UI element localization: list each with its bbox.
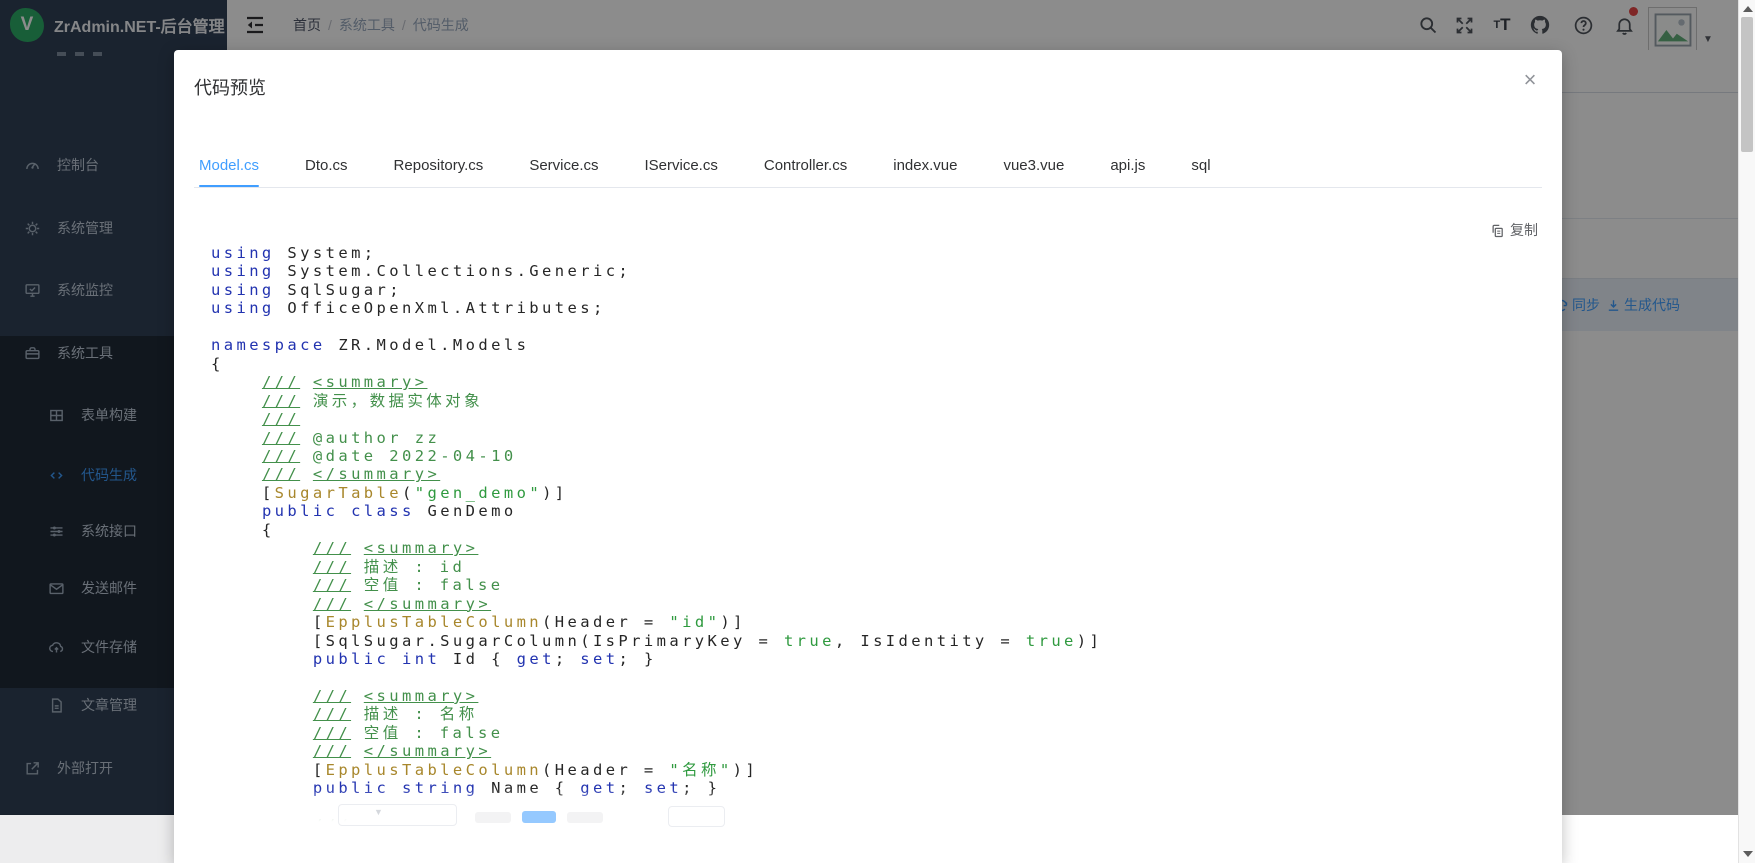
pagination-remnant: ▼ [174,802,1562,834]
tab-iservice-cs[interactable]: IService.cs [645,146,718,187]
code-viewer[interactable]: using System;using System.Collections.Ge… [211,244,1532,863]
code-line: using SqlSugar; [211,281,1532,299]
scroll-down-arrow[interactable] [1743,851,1753,857]
scrollbar-thumb[interactable] [1741,17,1753,152]
code-line: [EpplusTableColumn(Header = "名称")] [211,761,1532,779]
code-line: { [211,521,1532,539]
tab-service-cs[interactable]: Service.cs [529,146,598,187]
dialog-title: 代码预览 [194,74,266,100]
code-line: /// 空值 : false [211,576,1532,594]
tab-sql[interactable]: sql [1191,146,1210,187]
bottom-strip-left [0,815,174,863]
code-line: /// [211,410,1532,428]
bottom-strip-right [1562,815,1738,863]
code-line: /// <summary> [211,687,1532,705]
code-line: public class GenDemo [211,502,1532,520]
code-line: namespace ZR.Model.Models [211,336,1532,354]
tab-model-cs[interactable]: Model.cs [199,146,259,187]
code-line: /// 演示，数据实体对象 [211,392,1532,410]
scroll-up-arrow[interactable] [1743,6,1753,12]
code-line: /// </summary> [211,465,1532,483]
code-line: /// 空值 : false [211,724,1532,742]
copy-button[interactable]: 复制 [1490,220,1538,240]
chevron-down-icon: ▼ [374,807,383,817]
tab-api-js[interactable]: api.js [1110,146,1145,187]
copy-icon [1490,223,1505,238]
code-line: [SugarTable("gen_demo")] [211,484,1532,502]
tab-index-vue[interactable]: index.vue [893,146,957,187]
code-line: public int Id { get; set; } [211,650,1532,668]
code-preview-dialog: 代码预览 × Model.cs Dto.cs Repository.cs Servic… [174,50,1562,863]
code-line: using System; [211,244,1532,262]
tab-dto-cs[interactable]: Dto.cs [305,146,348,187]
tab-vue3-vue[interactable]: vue3.vue [1003,146,1064,187]
code-line: { [211,355,1532,373]
next-page-button[interactable] [567,812,603,823]
tab-repository-cs[interactable]: Repository.cs [394,146,484,187]
code-line: /// @date 2022-04-10 [211,447,1532,465]
code-line [211,318,1532,336]
code-line: [EpplusTableColumn(Header = "id")] [211,613,1532,631]
current-page-button[interactable] [522,811,556,823]
prev-page-button[interactable] [475,812,511,823]
code-line: /// @author zz [211,429,1532,447]
close-icon[interactable]: × [1516,66,1544,94]
code-line [211,668,1532,686]
code-line: [SqlSugar.SugarColumn(IsPrimaryKey = tru… [211,632,1532,650]
page-size-select[interactable]: ▼ [338,804,457,826]
code-line: /// 描述 : id [211,558,1532,576]
tab-bar: Model.cs Dto.cs Repository.cs Service.cs ISe… [194,146,1542,188]
code-line: /// <summary> [211,373,1532,391]
page-jump-input[interactable] [668,806,725,827]
copy-label: 复制 [1510,220,1538,240]
code-line: /// </summary> [211,595,1532,613]
code-line: /// 描述 : 名称 [211,705,1532,723]
code-line: /// </summary> [211,742,1532,760]
tab-controller-cs[interactable]: Controller.cs [764,146,847,187]
code-line: using OfficeOpenXml.Attributes; [211,299,1532,317]
code-line: /// <summary> [211,539,1532,557]
scrollbar[interactable] [1738,0,1755,863]
code-line: using System.Collections.Generic; [211,262,1532,280]
